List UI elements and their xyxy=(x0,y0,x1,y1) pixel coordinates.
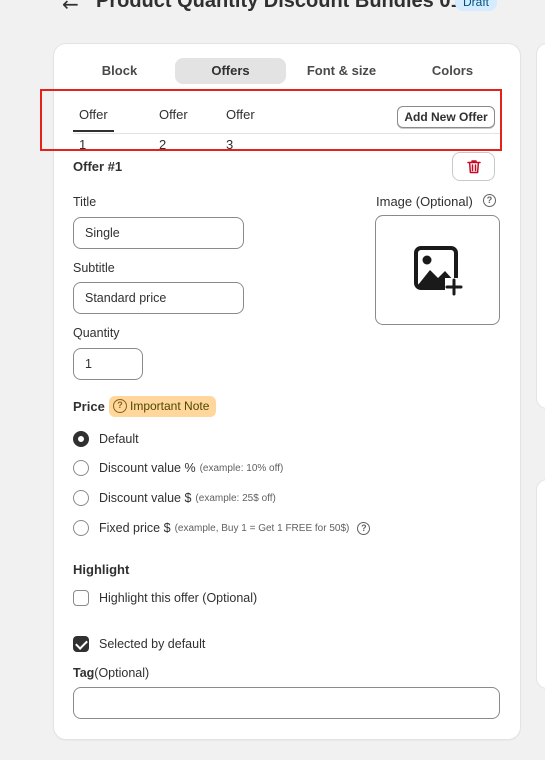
radio-hint: (example: 10% off) xyxy=(199,462,284,474)
radio-button[interactable] xyxy=(73,490,89,506)
selected-by-default-checkbox[interactable] xyxy=(73,636,89,652)
page-header: ← Product Quantity Discount Bundles 01 D… xyxy=(0,0,545,16)
tab-block[interactable]: Block xyxy=(64,58,175,84)
main-tabs: Block Offers Font & size Colors xyxy=(64,58,508,84)
radio-button[interactable] xyxy=(73,520,89,536)
image-upload-box[interactable] xyxy=(375,215,500,325)
quantity-label: Quantity xyxy=(73,326,120,340)
title-label: Title xyxy=(73,195,97,209)
radio-hint: (example: 25$ off) xyxy=(195,492,276,504)
tag-label-optional: (Optional) xyxy=(94,666,150,680)
subtitle-input[interactable]: Standard price xyxy=(73,282,244,314)
page-title: Product Quantity Discount Bundles 01 xyxy=(96,0,462,12)
status-badge: Draft xyxy=(455,0,498,11)
trash-icon xyxy=(467,160,481,174)
price-option-discount-percent[interactable]: Discount value % (example: 10% off) xyxy=(73,458,283,478)
annotation-highlight-box xyxy=(40,89,502,151)
question-circle-icon: ? xyxy=(113,399,127,413)
radio-label: Default xyxy=(99,432,139,446)
highlight-offer-checkbox[interactable] xyxy=(73,590,89,606)
checkbox-label: Selected by default xyxy=(99,637,206,651)
question-circle-icon[interactable]: ? xyxy=(483,194,496,207)
tab-colors[interactable]: Colors xyxy=(397,58,508,84)
tab-font-size[interactable]: Font & size xyxy=(286,58,397,84)
side-panel-card xyxy=(537,480,545,688)
radio-label: Discount value $ xyxy=(99,491,192,505)
offer-heading: Offer #1 xyxy=(73,159,123,174)
question-circle-icon[interactable]: ? xyxy=(357,521,371,535)
tag-input[interactable] xyxy=(73,687,500,719)
checkbox-label: Highlight this offer (Optional) xyxy=(99,591,258,605)
price-option-fixed-price[interactable]: Fixed price $ (example, Buy 1 = Get 1 FR… xyxy=(73,518,371,538)
radio-hint: (example, Buy 1 = Get 1 FREE for 50$) xyxy=(174,522,350,534)
price-option-default[interactable]: Default xyxy=(73,429,139,449)
subtitle-label: Subtitle xyxy=(73,261,115,275)
tag-label: Tag(Optional) xyxy=(73,666,149,680)
highlight-heading: Highlight xyxy=(73,562,130,577)
radio-label: Discount value % xyxy=(99,461,196,475)
radio-button[interactable] xyxy=(73,431,89,447)
important-note-label: Important Note xyxy=(130,399,210,413)
radio-label: Fixed price $ xyxy=(99,521,171,535)
price-label: Price xyxy=(73,399,105,414)
delete-offer-button[interactable] xyxy=(452,152,495,181)
title-input[interactable]: Single xyxy=(73,217,244,249)
tab-offers[interactable]: Offers xyxy=(175,58,286,84)
important-note-badge[interactable]: ? Important Note xyxy=(109,396,217,417)
add-image-icon xyxy=(414,246,463,296)
radio-button[interactable] xyxy=(73,460,89,476)
highlight-offer-checkbox-row[interactable]: Highlight this offer (Optional) xyxy=(73,588,257,608)
price-option-discount-value[interactable]: Discount value $ (example: 25$ off) xyxy=(73,488,276,508)
tag-label-bold: Tag xyxy=(73,666,95,680)
side-panel-card xyxy=(537,44,545,408)
selected-by-default-checkbox-row[interactable]: Selected by default xyxy=(73,634,205,654)
image-label: Image (Optional) xyxy=(376,194,473,209)
arrow-left-icon[interactable]: ← xyxy=(62,0,79,16)
quantity-input[interactable]: 1 xyxy=(73,348,143,380)
